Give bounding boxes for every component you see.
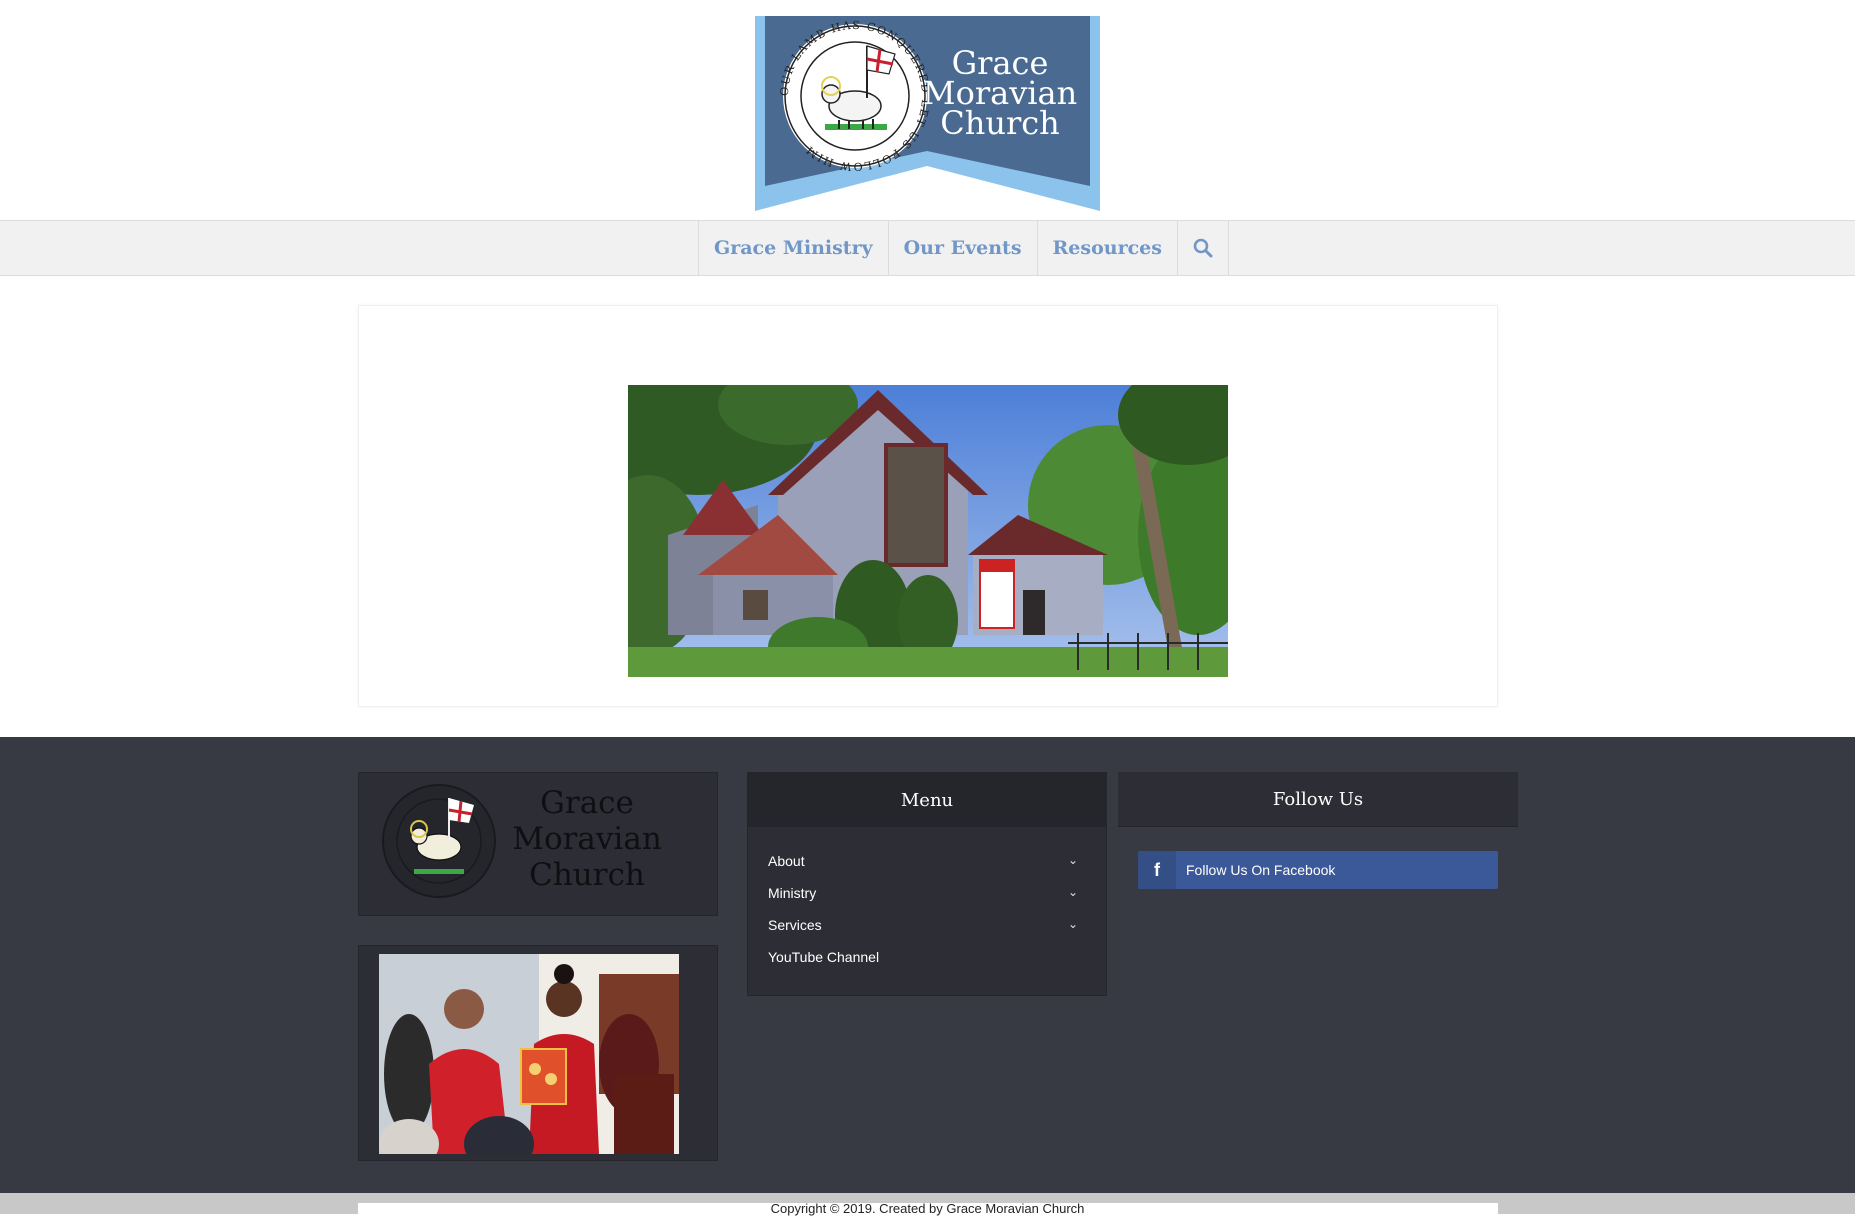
- search-icon: [1193, 238, 1213, 258]
- facebook-icon: f: [1138, 851, 1176, 889]
- footer-logo[interactable]: Grace Moravian Church: [359, 773, 717, 915]
- footer-menu-item-services[interactable]: Services ⌄: [768, 909, 1086, 941]
- footer-menu-title: Menu: [748, 773, 1106, 827]
- nav-item-grace-ministry[interactable]: Grace Ministry: [699, 221, 889, 275]
- chevron-down-icon[interactable]: ⌄: [1068, 853, 1078, 867]
- footer-logo-line3: Church: [529, 857, 645, 893]
- footer-logo-line2: Moravian: [512, 821, 662, 857]
- copyright-bar: Copyright © 2019. Created by Grace Morav…: [0, 1193, 1855, 1216]
- footer-menu-item-about[interactable]: About ⌄: [768, 845, 1086, 877]
- footer-menu-list: About ⌄ Ministry ⌄ Services ⌄ YouTube Ch…: [748, 827, 1106, 973]
- nav-item-resources[interactable]: Resources: [1038, 221, 1178, 275]
- church-building-photo: [628, 385, 1228, 677]
- logo-title-line3: Church: [940, 104, 1060, 142]
- nav-menu: Grace Ministry Our Events Resources: [698, 221, 1229, 275]
- footer-photo-widget: [358, 945, 718, 1161]
- footer-menu-widget: Menu About ⌄ Ministry ⌄ Services ⌄ YouTu…: [747, 772, 1107, 996]
- follow-us-title: Follow Us: [1118, 772, 1518, 827]
- footer-menu-item-youtube-channel[interactable]: YouTube Channel: [768, 941, 1086, 973]
- footer-menu-item-label: About: [768, 853, 805, 869]
- footer-logo-line1: Grace: [540, 785, 634, 821]
- main-navigation: Grace Ministry Our Events Resources: [0, 220, 1855, 276]
- nav-search-button[interactable]: [1178, 221, 1229, 275]
- follow-facebook-button[interactable]: f Follow Us On Facebook: [1138, 851, 1498, 889]
- site-footer: Grace Moravian Church Menu About ⌄ Minis…: [0, 737, 1855, 1193]
- footer-menu-item-label: Ministry: [768, 885, 817, 901]
- congregation-photo: [379, 954, 679, 1154]
- follow-facebook-label: Follow Us On Facebook: [1186, 862, 1336, 878]
- footer-menu-item-ministry[interactable]: Ministry ⌄: [768, 877, 1086, 909]
- footer-menu-item-label: YouTube Channel: [768, 949, 880, 965]
- nav-item-our-events[interactable]: Our Events: [889, 221, 1038, 275]
- chevron-down-icon[interactable]: ⌄: [1068, 885, 1078, 899]
- copyright-container: Copyright © 2019. Created by Grace Morav…: [357, 1201, 1498, 1216]
- chevron-down-icon[interactable]: ⌄: [1068, 917, 1078, 931]
- site-header: OUR LAMB HAS CONQUERED LET US FOLLOW HIM…: [0, 0, 1855, 220]
- footer-menu-item-label: Services: [768, 917, 822, 933]
- footer-logo-widget: Grace Moravian Church: [358, 772, 718, 916]
- site-logo[interactable]: OUR LAMB HAS CONQUERED LET US FOLLOW HIM…: [755, 16, 1100, 211]
